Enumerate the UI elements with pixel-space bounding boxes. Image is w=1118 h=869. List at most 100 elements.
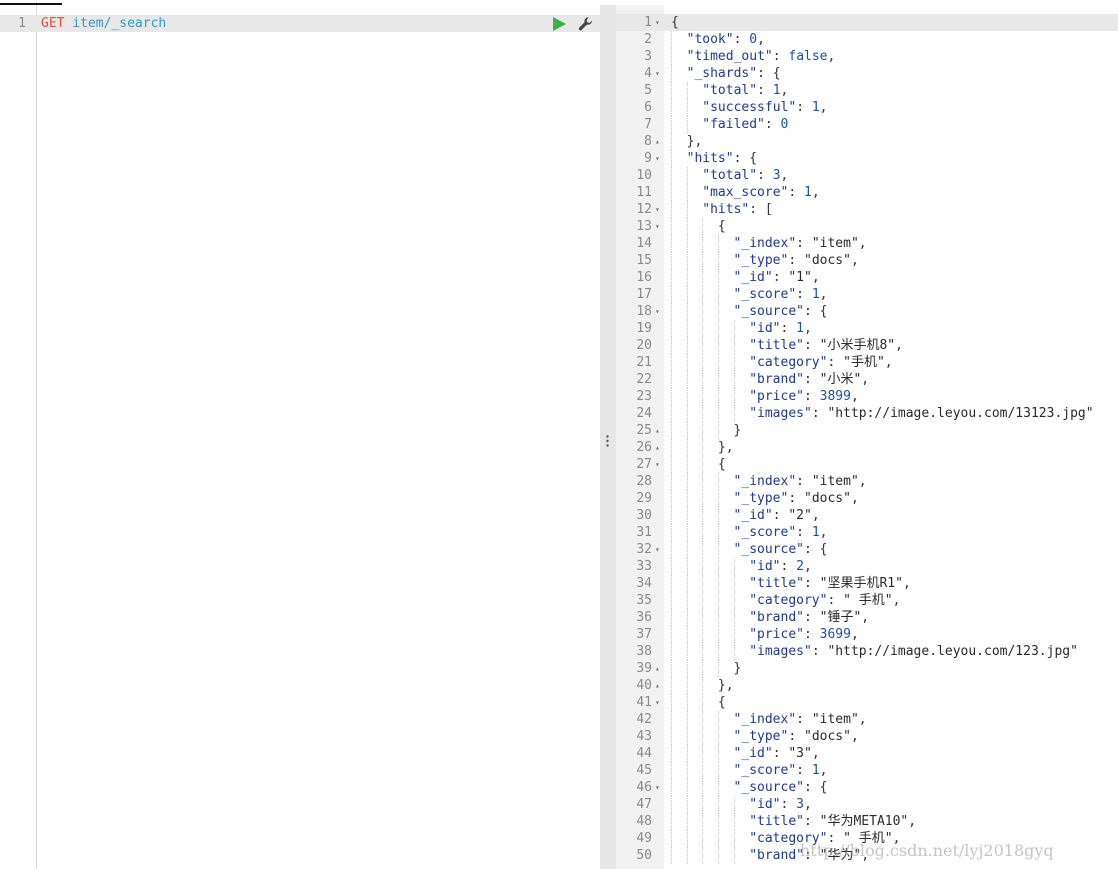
code-token: "手机" (843, 355, 885, 370)
response-viewer[interactable]: 1 ▾{2 "took": 0, 3 "timed_out": false, 4 ▾ "_sh… (616, 5, 1118, 869)
response-line: 33 "id": 2, (616, 558, 1118, 575)
line-number: 5 (644, 83, 652, 98)
code-token: : (803, 372, 820, 387)
code-token: "brand" (749, 848, 804, 863)
indent-guide (717, 660, 719, 677)
wrench-icon[interactable] (578, 16, 594, 32)
indent-guide (702, 745, 704, 762)
request-path: item/_search (72, 16, 167, 31)
fold-expand-icon[interactable]: ▴ (655, 439, 663, 456)
indent-guide (686, 643, 688, 660)
code-token: : (772, 508, 789, 523)
indent-guide (702, 796, 704, 813)
code-text: "took": 0, (687, 31, 765, 48)
code-token: "坚果手机R1" (819, 576, 903, 591)
indent-guide (733, 592, 735, 609)
play-icon[interactable] (552, 16, 567, 32)
code-token: : (803, 576, 820, 591)
response-line: 48 "title": "华为META10", (616, 813, 1118, 830)
code-text: "_score": 1, (734, 524, 828, 541)
code-token: }, (717, 678, 734, 693)
response-line: 41 ▾ { (616, 694, 1118, 711)
response-lines: 1 ▾{2 "took": 0, 3 "timed_out": false, 4 ▾ "_sh… (616, 14, 1118, 864)
indent-guide (671, 201, 672, 218)
indent-guide (717, 235, 719, 252)
code-token: , (803, 797, 812, 812)
indent-guide (671, 830, 672, 847)
code-token: { (717, 695, 726, 710)
line-number: 50 (636, 848, 652, 863)
indent-guide (733, 643, 735, 660)
fold-collapse-icon[interactable]: ▾ (655, 456, 663, 473)
code-token: "took" (686, 32, 734, 47)
fold-expand-icon[interactable]: ▴ (655, 422, 663, 439)
code-text: "hits": { (687, 150, 757, 167)
code-token: "category" (749, 593, 828, 608)
line-number: 45 (636, 763, 652, 778)
response-line: 40 ▴}, (616, 677, 1118, 694)
indent-guide (686, 167, 688, 184)
code-token: : (796, 100, 812, 115)
fold-collapse-icon[interactable]: ▾ (655, 201, 663, 218)
response-line: 36 "brand": "锤子", (616, 609, 1118, 626)
code-token: , (858, 712, 867, 727)
fold-collapse-icon[interactable]: ▾ (655, 150, 663, 167)
indent-guide (702, 575, 704, 592)
fold-collapse-icon[interactable]: ▾ (655, 303, 663, 320)
code-token: "锤子" (819, 610, 862, 625)
code-token: 1 (804, 185, 812, 200)
fold-collapse-icon[interactable]: ▾ (655, 65, 663, 82)
indent-guide (686, 235, 688, 252)
indent-guide (671, 490, 672, 507)
code-text: "_id": "3", (734, 745, 820, 762)
line-number: 27 (636, 457, 652, 472)
indent-guide (717, 405, 719, 422)
indent-guide (686, 286, 688, 303)
watermark: http://blog.csdn.net/lyj2018gyq (800, 841, 1054, 860)
indent-guide (686, 524, 688, 541)
code-text: "id": 3, (749, 796, 812, 813)
indent-guide (671, 507, 672, 524)
line-number: 3 (644, 49, 652, 64)
code-token: "_score" (733, 763, 797, 778)
line-number: 15 (636, 253, 652, 268)
line-number: 1 (644, 15, 652, 30)
indent-guide (686, 626, 688, 643)
indent-guide (671, 371, 672, 388)
response-line: 19 "id": 1, (616, 320, 1118, 337)
fold-expand-icon[interactable]: ▴ (655, 677, 663, 694)
indent-guide (702, 813, 704, 830)
code-text: "_index": "item", (734, 711, 867, 728)
code-token: "_source" (733, 780, 804, 795)
code-token: "item" (811, 236, 859, 251)
response-line: 32 ▾ "_source": { (616, 541, 1118, 558)
fold-expand-icon[interactable]: ▴ (655, 660, 663, 677)
indent-guide (733, 813, 735, 830)
indent-guide (717, 337, 719, 354)
line-number: 41 (636, 695, 652, 710)
code-text: "max_score": 1, (702, 184, 819, 201)
fold-collapse-icon[interactable]: ▾ (655, 218, 663, 235)
line-number: 20 (636, 338, 652, 353)
code-token: 0 (780, 117, 789, 132)
fold-collapse-icon[interactable]: ▾ (655, 694, 663, 711)
code-token: "http://image.leyou.com/123.jpg" (827, 644, 1078, 659)
fold-collapse-icon[interactable]: ▾ (655, 779, 663, 796)
response-line: 39 ▴} (616, 660, 1118, 677)
line-number: 37 (636, 627, 652, 642)
code-text: } (734, 660, 742, 677)
fold-collapse-icon[interactable]: ▾ (655, 541, 663, 558)
fold-expand-icon[interactable]: ▴ (655, 133, 663, 150)
indent-guide (671, 779, 672, 796)
fold-collapse-icon[interactable]: ▾ (655, 14, 663, 31)
code-token: : (803, 627, 820, 642)
response-line: 1 ▾ { (616, 14, 1118, 31)
indent-guide (702, 286, 704, 303)
pane-splitter[interactable] (600, 5, 616, 869)
line-number: 44 (636, 746, 652, 761)
indent-guide (686, 116, 688, 133)
code-text: "_shards": { (687, 65, 781, 82)
request-line[interactable]: GET item/_search (41, 15, 166, 32)
code-token: "小米手机8" (819, 338, 896, 353)
request-editor[interactable]: 1 GET item/_search (0, 5, 600, 869)
